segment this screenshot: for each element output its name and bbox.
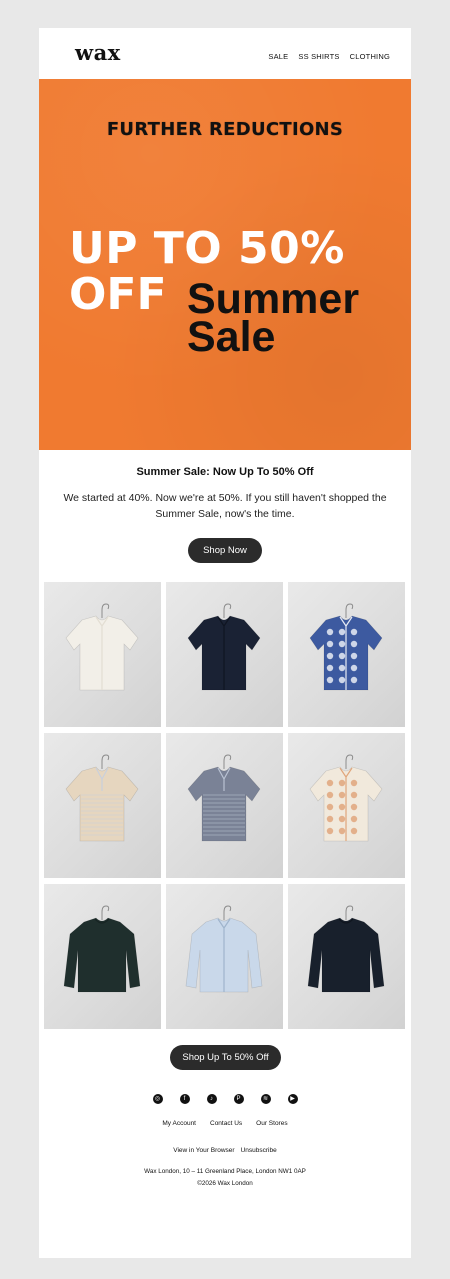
nav-item-ss-shirts[interactable]: SS SHIRTS (298, 52, 339, 61)
unsubscribe-link[interactable]: Unsubscribe (241, 1147, 277, 1154)
nav-item-sale[interactable]: SALE (268, 52, 288, 61)
pinterest-icon[interactable]: P (233, 1094, 244, 1104)
product-tile[interactable] (288, 884, 405, 1029)
headline: Summer Sale: Now Up To 50% Off (136, 466, 314, 478)
body-text: We started at 40%. Now we're at 50%. If … (63, 492, 387, 520)
spotify-icon[interactable]: ≋ (260, 1094, 271, 1104)
product-image (65, 603, 139, 691)
product-tile[interactable] (44, 733, 161, 878)
footer-copyright: ©2026 Wax London (197, 1180, 253, 1187)
product-tile[interactable] (288, 733, 405, 878)
hero-line-3b: Sale (187, 313, 276, 361)
hero-banner[interactable]: FURTHER REDUCTIONS UP TO 50% OFF Summer … (39, 79, 411, 450)
nav-item-clothing[interactable]: CLOTHING (350, 52, 390, 61)
contact-us-link[interactable]: Contact Us (210, 1120, 242, 1127)
view-in-browser-link[interactable]: View in Your Browser (173, 1147, 234, 1154)
product-tile[interactable] (44, 884, 161, 1029)
footer-address: Wax London, 10 – 11 Greenland Place, Lon… (144, 1168, 306, 1175)
footer-links: My Account Contact Us Our Stores (39, 1120, 411, 1127)
my-account-link[interactable]: My Account (162, 1120, 196, 1127)
product-image (309, 603, 383, 691)
hero-line-1: UP TO 50% (69, 223, 345, 274)
product-tile[interactable] (166, 884, 283, 1029)
footer-utility-links: View in Your Browser Unsubscribe (39, 1147, 411, 1154)
product-image (187, 754, 261, 842)
social-links: ◎ f ♪ P ≋ ▶ (39, 1094, 411, 1104)
product-tile[interactable] (166, 733, 283, 878)
product-image (187, 603, 261, 691)
product-image (185, 905, 263, 993)
header: wax SALE SS SHIRTS CLOTHING (39, 28, 411, 79)
youtube-icon[interactable]: ▶ (287, 1094, 298, 1104)
product-image (307, 905, 385, 993)
shop-sale-button[interactable]: Shop Up To 50% Off (170, 1045, 281, 1070)
hero-kicker: FURTHER REDUCTIONS (106, 119, 344, 140)
instagram-icon[interactable]: ◎ (152, 1094, 163, 1104)
facebook-icon[interactable]: f (179, 1094, 190, 1104)
product-tile[interactable] (166, 582, 283, 727)
top-nav: SALE SS SHIRTS CLOTHING (268, 52, 390, 61)
product-tile[interactable] (44, 582, 161, 727)
tiktok-icon[interactable]: ♪ (206, 1094, 217, 1104)
product-image (65, 754, 139, 842)
brand-logo[interactable]: wax (75, 40, 121, 65)
product-tile[interactable] (288, 582, 405, 727)
hero-line-2: OFF (69, 269, 167, 320)
our-stores-link[interactable]: Our Stores (256, 1120, 287, 1127)
product-image (309, 754, 383, 842)
hero-summer-sale: Summer Sale (187, 278, 359, 361)
shop-now-button[interactable]: Shop Now (188, 538, 262, 563)
email-container: wax SALE SS SHIRTS CLOTHING FURTHER REDU… (39, 28, 411, 1258)
product-image (63, 905, 141, 993)
